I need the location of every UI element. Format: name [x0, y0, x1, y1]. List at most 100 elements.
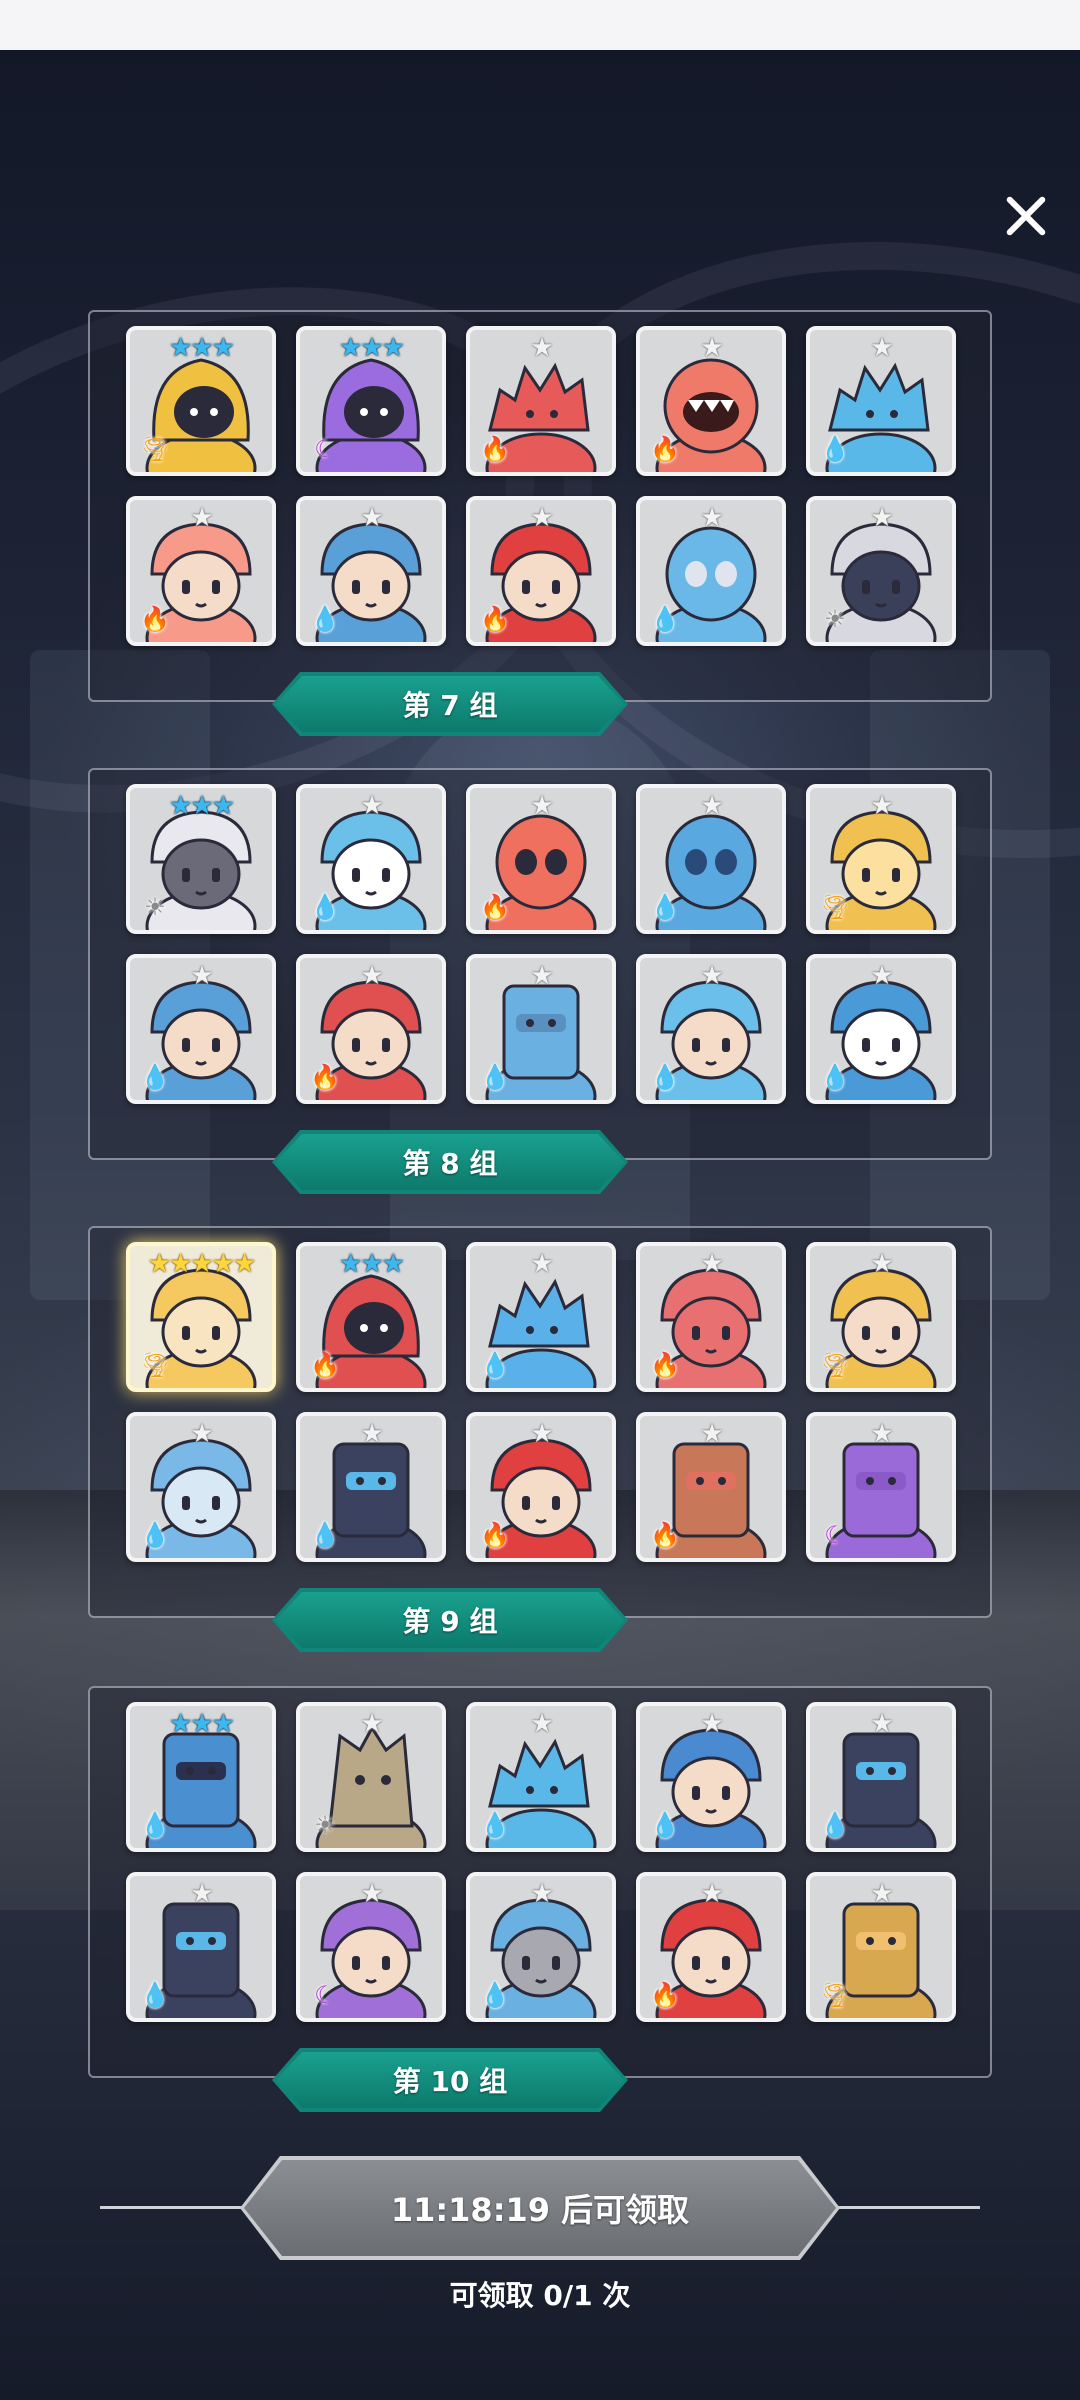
group-panel: ★★★★★ 🌪 ★★★ 🔥 ★ 💧 ★ 🔥 ★ 🌪 ★ 💧 ★ 💧 ★ 🔥 ★ 🔥 ★ ☾	[88, 1226, 992, 1618]
star-rating-icon: ★	[870, 1419, 893, 1449]
unit-card[interactable]: ★ 💧	[126, 1412, 276, 1562]
unit-card[interactable]: ★ 🔥	[466, 326, 616, 476]
unit-card[interactable]: ★ 🌪	[806, 1242, 956, 1392]
unit-card[interactable]: ★ ☾	[806, 1412, 956, 1562]
water-element-icon: 💧	[140, 1811, 170, 1839]
unit-card[interactable]: ★★★ 🌪	[126, 326, 276, 476]
star-rating-icon: ★	[870, 791, 893, 821]
water-element-icon: 💧	[650, 1063, 680, 1091]
unit-card[interactable]: ★ 💧	[126, 954, 276, 1104]
unit-card[interactable]: ★ 💧	[636, 496, 786, 646]
unit-card[interactable]: ★ ☀	[806, 496, 956, 646]
unit-card[interactable]: ★ 💧	[296, 1412, 446, 1562]
unit-card[interactable]: ★★★ ☾	[296, 326, 446, 476]
fire-element-icon: 🔥	[480, 893, 510, 921]
fire-element-icon: 🔥	[480, 435, 510, 463]
unit-card[interactable]: ★ ☀	[296, 1702, 446, 1852]
star-rating-icon: ★★★	[169, 333, 235, 363]
star-rating-icon: ★	[700, 503, 723, 533]
group-banner-face: 第 8 组	[276, 1134, 624, 1190]
unit-card[interactable]: ★ 💧	[636, 1702, 786, 1852]
water-element-icon: 💧	[820, 1063, 850, 1091]
unit-card[interactable]: ★ 🔥	[636, 1242, 786, 1392]
unit-card[interactable]: ★ 💧	[806, 954, 956, 1104]
unit-card[interactable]: ★ 💧	[636, 954, 786, 1104]
star-rating-icon: ★	[360, 791, 383, 821]
unit-card[interactable]: ★ 🔥	[636, 1872, 786, 2022]
unit-card[interactable]: ★ 💧	[296, 496, 446, 646]
group-banner: 第 8 组	[272, 1130, 628, 1194]
unit-card[interactable]: ★ 🔥	[126, 496, 276, 646]
claim-countdown-label: 11:18:19 后可领取	[390, 2191, 690, 2229]
fire-element-icon: 🔥	[650, 1521, 680, 1549]
group-banner-face: 第 7 组	[276, 676, 624, 732]
water-element-icon: 💧	[480, 1811, 510, 1839]
star-rating-icon: ★★★	[339, 1249, 405, 1279]
star-rating-icon: ★	[870, 333, 893, 363]
unit-card[interactable]: ★ 💧	[466, 1702, 616, 1852]
status-bar	[0, 0, 1080, 50]
unit-card[interactable]: ★ 🔥	[296, 954, 446, 1104]
star-rating-icon: ★★★	[169, 1709, 235, 1739]
claim-divider-right	[830, 2206, 980, 2209]
unit-card[interactable]: ★ 💧	[466, 1242, 616, 1392]
group-banner-face: 第 10 组	[276, 2052, 624, 2108]
wind-element-icon: 🌪	[820, 1351, 851, 1379]
star-rating-icon: ★★★	[169, 791, 235, 821]
unit-card[interactable]: ★ 💧	[806, 1702, 956, 1852]
unit-card[interactable]: ★ 🔥	[466, 496, 616, 646]
star-rating-icon: ★	[870, 961, 893, 991]
unit-card[interactable]: ★ 💧	[126, 1872, 276, 2022]
star-rating-icon: ★	[190, 503, 213, 533]
unit-card[interactable]: ★ 💧	[296, 784, 446, 934]
star-rating-icon: ★	[190, 1419, 213, 1449]
unit-card[interactable]: ★ 🌪	[806, 784, 956, 934]
star-rating-icon: ★	[700, 1879, 723, 1909]
unit-card[interactable]: ★ ☾	[296, 1872, 446, 2022]
unit-card[interactable]: ★ 💧	[636, 784, 786, 934]
wind-element-icon: 🌪	[820, 893, 851, 921]
unit-card[interactable]: ★★★ 🔥	[296, 1242, 446, 1392]
water-element-icon: 💧	[140, 1063, 170, 1091]
water-element-icon: 💧	[310, 893, 340, 921]
group-banner-face: 第 9 组	[276, 1592, 624, 1648]
star-rating-icon: ★	[530, 503, 553, 533]
water-element-icon: 💧	[480, 1351, 510, 1379]
star-rating-icon: ★	[530, 1709, 553, 1739]
fire-element-icon: 🔥	[140, 605, 170, 633]
group-title: 第 10 组	[392, 2065, 508, 2098]
fire-element-icon: 🔥	[310, 1063, 340, 1091]
light-element-icon: ☀	[824, 605, 846, 633]
fire-element-icon: 🔥	[480, 1521, 510, 1549]
claim-divider-left	[100, 2206, 250, 2209]
light-element-icon: ☀	[144, 893, 166, 921]
claim-button[interactable]: 11:18:19 后可领取	[240, 2156, 840, 2260]
group-banner: 第 7 组	[272, 672, 628, 736]
water-element-icon: 💧	[140, 1521, 170, 1549]
water-element-icon: 💧	[650, 893, 680, 921]
fire-element-icon: 🔥	[480, 605, 510, 633]
group-title: 第 9 组	[402, 1605, 498, 1638]
unit-card[interactable]: ★ 🔥	[466, 784, 616, 934]
unit-card[interactable]: ★ 💧	[466, 954, 616, 1104]
unit-card[interactable]: ★★★ ☀	[126, 784, 276, 934]
close-icon[interactable]	[996, 186, 1056, 246]
star-rating-icon: ★	[360, 503, 383, 533]
group-panel: ★★★ 🌪 ★★★ ☾ ★ 🔥 ★ 🔥 ★ 💧 ★ 🔥 ★ 💧 ★ 🔥 ★ 💧 ★ ☀	[88, 310, 992, 702]
water-element-icon: 💧	[820, 435, 850, 463]
unit-card[interactable]: ★★★★★ 🌪	[126, 1242, 276, 1392]
star-rating-icon: ★	[870, 503, 893, 533]
unit-card[interactable]: ★ 🔥	[466, 1412, 616, 1562]
group-title: 第 8 组	[402, 1147, 498, 1180]
unit-card[interactable]: ★ 💧	[806, 326, 956, 476]
unit-card[interactable]: ★★★ 💧	[126, 1702, 276, 1852]
unit-card[interactable]: ★ 🔥	[636, 326, 786, 476]
unit-card[interactable]: ★ 🌪	[806, 1872, 956, 2022]
water-element-icon: 💧	[820, 1811, 850, 1839]
star-rating-icon: ★	[530, 1249, 553, 1279]
star-rating-icon: ★	[360, 1709, 383, 1739]
unit-card[interactable]: ★ 💧	[466, 1872, 616, 2022]
water-element-icon: 💧	[650, 605, 680, 633]
unit-card[interactable]: ★ 🔥	[636, 1412, 786, 1562]
claim-button-face: 11:18:19 后可领取	[244, 2160, 836, 2256]
